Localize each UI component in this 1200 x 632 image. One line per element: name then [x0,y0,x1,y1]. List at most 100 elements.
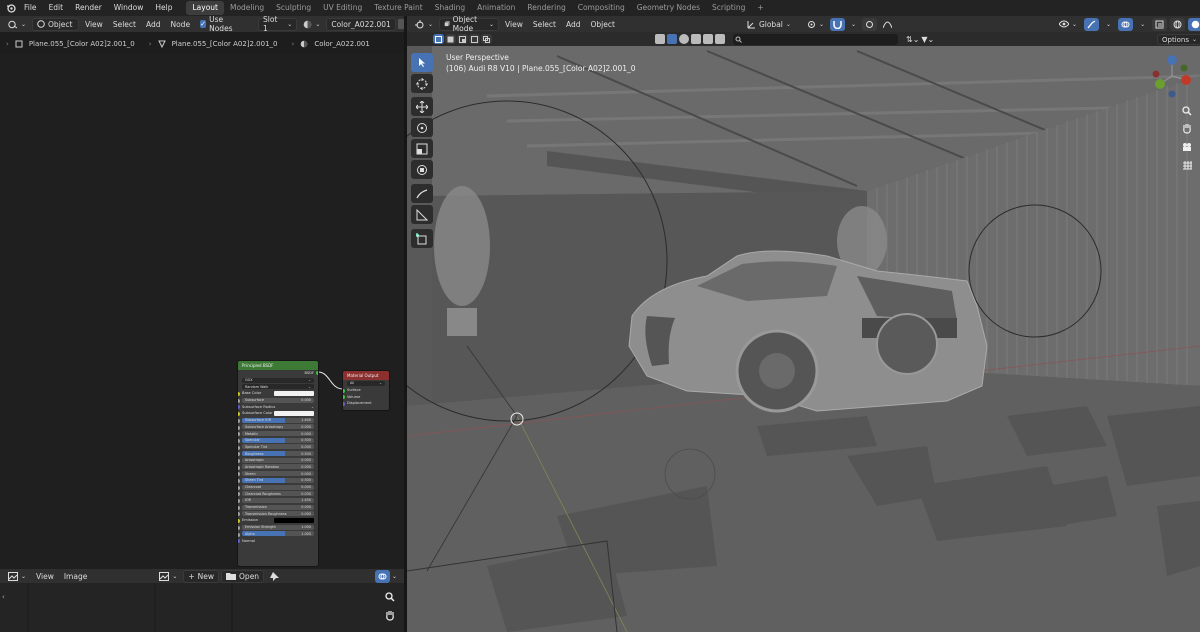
value-slider[interactable]: Clearcoat Roughness 0.030 [242,491,314,497]
input-socket[interactable] [238,512,240,517]
menu-window[interactable]: Window [108,0,150,16]
sort-icon[interactable]: ⇅⌄ [906,35,919,44]
input-socket[interactable] [238,412,240,417]
tool-move[interactable] [411,97,433,116]
value-slider[interactable]: Transmission 0.000 [242,504,314,510]
select-mode-new-button[interactable] [433,34,444,44]
value-slider[interactable]: Subsurface 0.000 [242,397,314,403]
tab-geometry-nodes[interactable]: Geometry Nodes [631,0,706,16]
value-slider[interactable]: Specular 0.500 [242,437,314,443]
tab-compositing[interactable]: Compositing [572,0,631,16]
input-socket[interactable] [343,388,345,393]
gizmo-toggle[interactable] [1084,17,1100,31]
tool-select-box[interactable] [411,53,433,72]
navigation-gizmo[interactable] [1148,52,1196,102]
sidebar-toggle-icon[interactable]: ‹ [2,593,5,601]
slot-dropdown[interactable]: Slot 1 ⌄ [258,15,298,33]
object-mode-dropdown[interactable]: Object Mode ⌄ [439,15,500,33]
value-slider[interactable]: Transmission Roughness 0.000 [242,511,314,517]
tab-uv-editing[interactable]: UV Editing [317,0,368,16]
image-browse-button[interactable]: ⌄ [155,570,181,583]
object-type-filter-icon[interactable] [679,34,689,44]
tab-texture-paint[interactable]: Texture Paint [368,0,428,16]
node-menu-select[interactable]: Select [109,18,140,31]
input-socket[interactable] [238,519,240,524]
tab-sculpting[interactable]: Sculpting [270,0,317,16]
input-socket[interactable] [238,485,240,490]
search-field[interactable] [733,33,898,45]
value-slider[interactable]: Emission Strength 1.000 [242,524,314,530]
menu-render[interactable]: Render [69,0,108,16]
xray-toggle[interactable] [1152,17,1168,31]
input-socket[interactable] [238,505,240,510]
value-slider[interactable]: Anisotropic Rotation 0.000 [242,464,314,470]
input-socket[interactable] [238,432,240,437]
principled-bsdf-node[interactable]: Principled BSDF BSDF GGX ⌄ Random Walk ⌄ B… [237,360,319,567]
pan-hand-icon[interactable] [1180,121,1194,135]
input-socket[interactable] [238,539,240,544]
value-slider[interactable]: Clearcoat 0.000 [242,484,314,490]
options-dropdown[interactable]: Options ⌄ [1157,34,1200,45]
chevron-down-icon[interactable]: ⌄ [392,573,397,580]
input-socket[interactable] [238,392,240,397]
tab-scripting[interactable]: Scripting [706,0,751,16]
menu-edit[interactable]: Edit [43,0,70,16]
value-slider[interactable]: Subsurface IOR 1.400 [242,417,314,423]
pivot-point-dropdown[interactable]: ⌄ [803,18,828,31]
input-socket[interactable] [238,472,240,477]
tool-measure[interactable] [411,205,433,224]
ortho-grid-icon[interactable] [1180,158,1194,172]
image-editor-canvas[interactable]: ‹ [0,583,404,632]
material-output-node[interactable]: Material Output All ⌄ Surface Volume Disp… [342,370,390,411]
input-socket[interactable] [238,438,240,443]
select-mode-invert-button[interactable] [469,34,480,44]
overlays-toggle[interactable] [1118,17,1134,31]
input-socket[interactable] [238,405,240,410]
select-mode-subtract-button[interactable] [457,34,468,44]
input-socket[interactable] [238,452,240,457]
pin-icon[interactable] [266,570,283,583]
object-type-filter-icon[interactable] [667,34,677,44]
tool-add-cube[interactable] [411,229,433,248]
menu-file[interactable]: File [18,0,43,16]
blender-logo-icon[interactable] [4,3,18,13]
color-swatch[interactable] [274,517,314,523]
value-slider[interactable]: Sheen 0.000 [242,471,314,477]
input-socket[interactable] [238,445,240,450]
visibility-dropdown[interactable]: ⌄ [1055,18,1081,31]
tool-scale[interactable] [411,139,433,158]
input-socket[interactable] [238,492,240,497]
input-socket[interactable] [343,402,345,407]
input-socket[interactable] [238,398,240,403]
open-image-button[interactable]: Open [221,569,265,583]
input-socket[interactable] [238,499,240,504]
color-swatch[interactable] [274,390,314,396]
tool-annotate[interactable] [411,184,433,203]
filter-icon[interactable]: ▼⌄ [921,35,934,44]
add-workspace-button[interactable]: + [751,0,769,16]
value-slider[interactable]: Subsurface Anisotropy 0.000 [242,424,314,430]
tab-animation[interactable]: Animation [471,0,521,16]
shading-wireframe-button[interactable] [1170,17,1186,31]
value-slider[interactable]: Anisotropic 0.000 [242,457,314,463]
breadcrumb-material[interactable]: Color_A022.001 [314,40,370,48]
input-socket[interactable] [238,425,240,430]
3d-viewport[interactable]: User Perspective (106) Audi R8 V10 | Pla… [407,46,1200,632]
node-menu-add[interactable]: Add [142,18,165,31]
viewport-menu-select[interactable]: Select [529,18,560,31]
pan-hand-icon[interactable] [385,610,395,621]
subsurface-method-dropdown[interactable]: Random Walk ⌄ [242,384,314,390]
input-socket[interactable] [238,532,240,537]
node-header[interactable]: Material Output [343,371,389,380]
object-type-filter-icon[interactable] [691,34,701,44]
value-slider[interactable]: Metallic 0.000 [242,431,314,437]
overlays-dropdown[interactable]: ⌄ [1136,18,1149,31]
object-type-filter-icon[interactable] [655,34,665,44]
select-mode-intersect-button[interactable] [481,34,492,44]
select-mode-extend-button[interactable] [445,34,456,44]
editor-type-button[interactable]: ⌄ [411,18,437,31]
breadcrumb-mesh[interactable]: Plane.055_[Color A02]2.001_0 [172,40,278,48]
zoom-icon[interactable] [1180,104,1194,118]
color-swatch[interactable] [274,410,314,416]
tab-rendering[interactable]: Rendering [521,0,571,16]
